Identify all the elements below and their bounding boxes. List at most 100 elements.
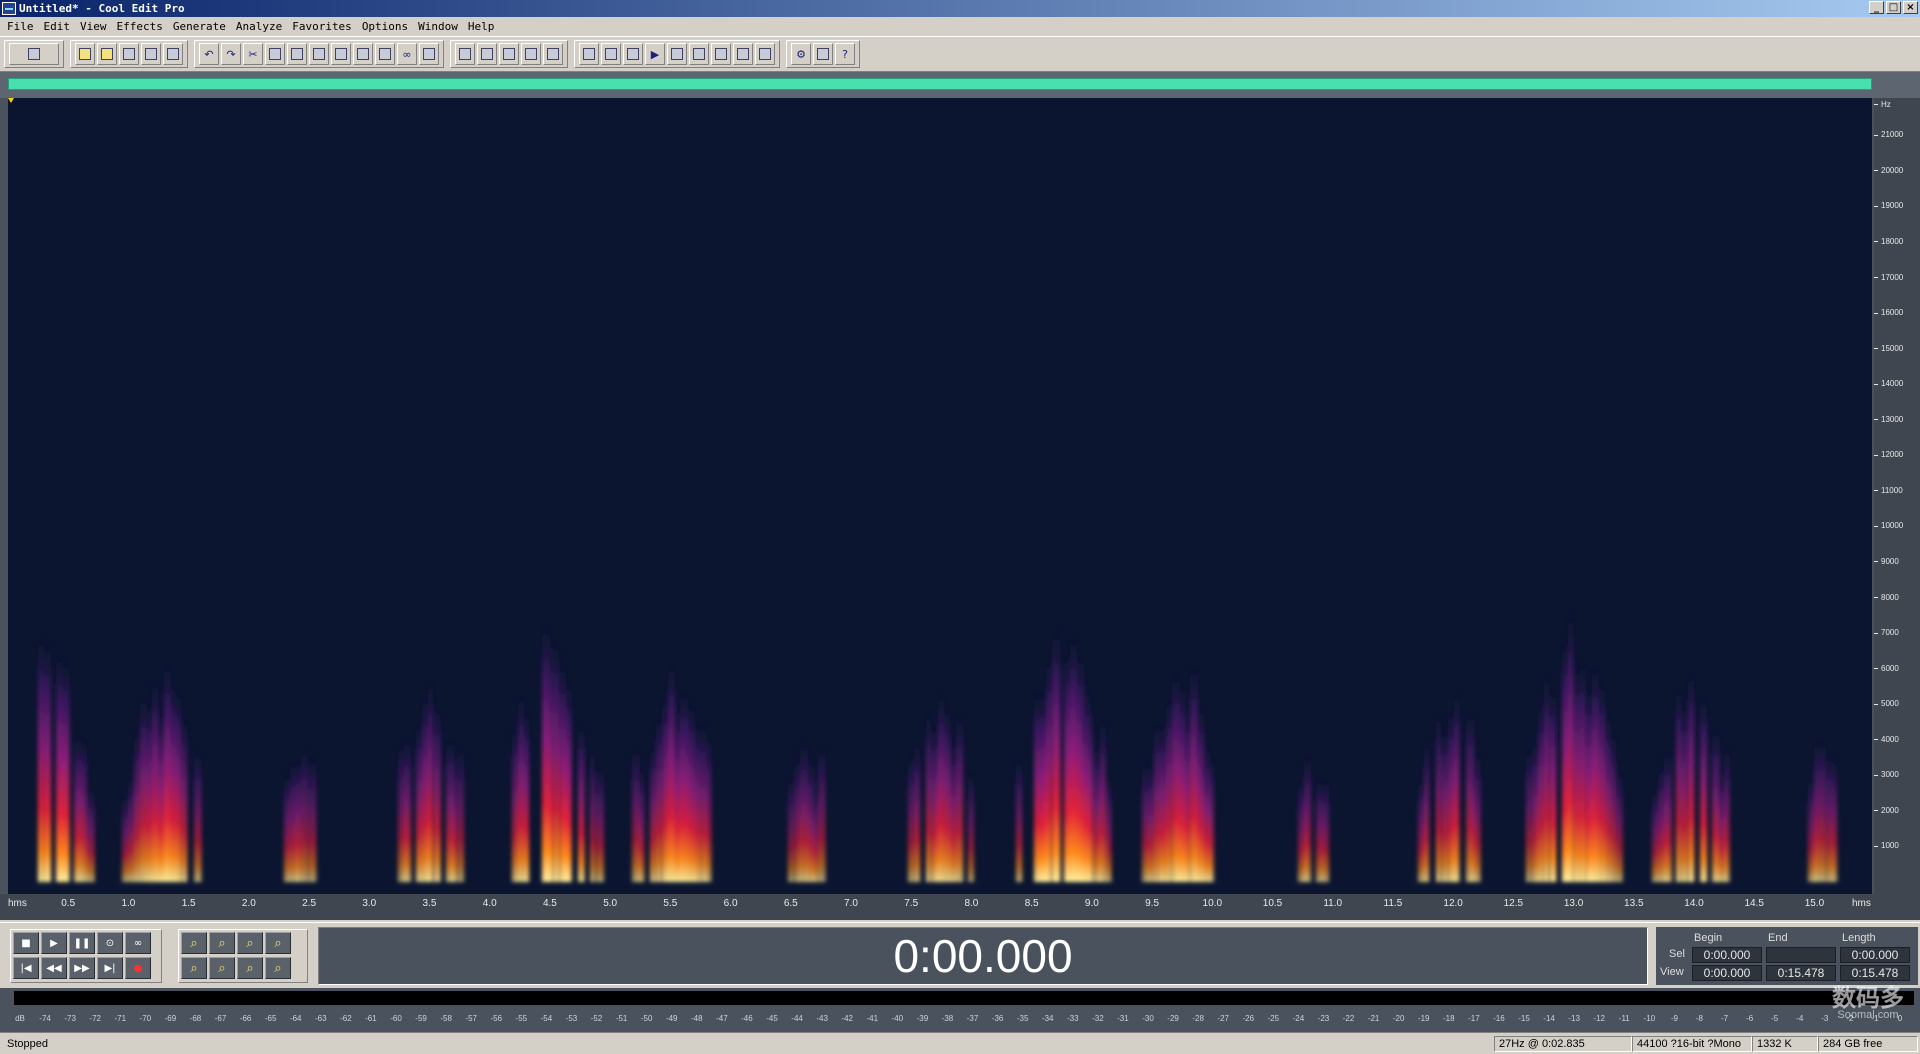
save-all-button[interactable]	[141, 43, 161, 65]
insert-button[interactable]	[375, 43, 395, 65]
spectral-energy-mark	[692, 722, 699, 882]
spectral-energy-mark	[704, 733, 712, 882]
spectral-energy-mark	[1700, 695, 1708, 882]
frequency-tick-label: 19000	[1874, 201, 1903, 210]
overview-bar[interactable]	[0, 72, 1920, 100]
insert-icon	[379, 48, 391, 60]
menu-edit[interactable]: Edit	[39, 20, 76, 33]
spectrogram[interactable]	[8, 98, 1872, 894]
frame1-button[interactable]	[579, 43, 599, 65]
frame3-button[interactable]	[623, 43, 643, 65]
zoom-full-icon: ⌕	[246, 935, 254, 951]
view-end-field[interactable]: 0:15.478	[1766, 965, 1836, 981]
meter-tick-label: -68	[189, 1014, 202, 1023]
meter-tick-label: -26	[1242, 1014, 1255, 1023]
go-begin-button[interactable]: |◀	[13, 957, 39, 979]
undo-button[interactable]: ↶	[199, 43, 219, 65]
menu-analyze[interactable]: Analyze	[231, 20, 287, 33]
watermark: 数码多 Soomal.com	[1832, 986, 1904, 1021]
settings-button[interactable]: ⚙	[791, 43, 811, 65]
time-tick-label: 2.5	[302, 898, 317, 909]
view-begin-field[interactable]: 0:00.000	[1692, 965, 1762, 981]
view-length-field[interactable]: 0:15.478	[1840, 965, 1910, 981]
pause-button[interactable]: ❚❚	[69, 932, 95, 954]
pause-icon: ❚❚	[73, 937, 91, 949]
menu-window[interactable]: Window	[413, 20, 463, 33]
panel-button[interactable]	[755, 43, 775, 65]
menu-file[interactable]: File	[2, 20, 39, 33]
fast-forward-button[interactable]: ▶▶	[69, 957, 95, 979]
mix-paste-button[interactable]	[309, 43, 329, 65]
menu-help[interactable]: Help	[463, 20, 500, 33]
mode-toggle-button[interactable]	[9, 43, 59, 65]
meter-button[interactable]	[711, 43, 731, 65]
zoom-left-button[interactable]: ⌕	[181, 957, 207, 979]
menu-view[interactable]: View	[75, 20, 112, 33]
menu-options[interactable]: Options	[357, 20, 413, 33]
zoom-in-button[interactable]: ⌕	[181, 932, 207, 954]
open-button[interactable]	[97, 43, 117, 65]
loop-play-button[interactable]: ∞	[125, 932, 151, 954]
sel-end-field[interactable]	[1766, 947, 1836, 963]
spectral-energy-mark	[1814, 737, 1821, 882]
sel-begin-field[interactable]: 0:00.000	[1692, 947, 1762, 963]
spectral-energy-mark	[1472, 751, 1481, 882]
overview-visible-range[interactable]	[8, 78, 1872, 90]
save-button[interactable]	[119, 43, 139, 65]
loop-button[interactable]: ∞	[397, 43, 417, 65]
sel-length-field[interactable]: 0:00.000	[1840, 947, 1910, 963]
redo-button[interactable]: ↷	[221, 43, 241, 65]
paste-button[interactable]	[287, 43, 307, 65]
trim-button[interactable]	[331, 43, 351, 65]
zoom-left-icon: ⌕	[190, 960, 198, 976]
grid3-button[interactable]	[543, 43, 563, 65]
new-button[interactable]	[75, 43, 95, 65]
close-button[interactable]: ×	[1903, 1, 1918, 14]
zoom-sel-button[interactable]: ⌕	[237, 957, 263, 979]
grid2-button[interactable]	[521, 43, 541, 65]
watermark-site: Soomal.com	[1837, 1009, 1899, 1021]
counter-icon	[693, 48, 705, 60]
cut-button[interactable]: ✂	[243, 43, 263, 65]
spectral-view-button[interactable]	[477, 43, 497, 65]
close-file-button[interactable]	[163, 43, 183, 65]
zoom-out-button[interactable]: ⌕	[209, 932, 235, 954]
record-button[interactable]: ●	[125, 957, 151, 979]
new-icon	[79, 48, 91, 60]
menu-effects[interactable]: Effects	[112, 20, 168, 33]
about-button[interactable]	[813, 43, 833, 65]
menu-generate[interactable]: Generate	[168, 20, 231, 33]
delete-button[interactable]	[353, 43, 373, 65]
zoom-out-icon: ⌕	[218, 935, 226, 951]
play-view-button[interactable]: ▶	[645, 43, 665, 65]
zoom-full-button[interactable]: ⌕	[237, 932, 263, 954]
counter-button[interactable]	[689, 43, 709, 65]
waveform-view-button[interactable]	[455, 43, 475, 65]
meter-tick-label: -12	[1593, 1014, 1605, 1023]
help-button[interactable]: ?	[835, 43, 855, 65]
spectral-energy-mark	[1064, 652, 1071, 882]
spectral-view[interactable]: Hz 21000 20000 19000 18000 17000 16000 15000 14…	[0, 98, 1920, 920]
play-button[interactable]: ▶	[41, 932, 67, 954]
maximize-button[interactable]: □	[1886, 1, 1901, 14]
zoom-vertical-in-button[interactable]: ⌕	[265, 932, 291, 954]
play-icon: ▶	[50, 937, 58, 949]
play-to-end-button[interactable]: ⊙	[97, 932, 123, 954]
zoom-frame-button[interactable]	[667, 43, 687, 65]
go-end-button[interactable]: ▶|	[97, 957, 123, 979]
copy-button[interactable]	[265, 43, 285, 65]
transport-controls: ■ ▶ ❚❚ ⊙ ∞ |◀ ◀◀ ▶▶ ▶| ●	[10, 929, 162, 983]
zoom-right-button[interactable]: ⌕	[209, 957, 235, 979]
stop-button[interactable]: ■	[13, 932, 39, 954]
frame2-button[interactable]	[601, 43, 621, 65]
spectral-energy-mark	[122, 794, 129, 882]
rewind-button[interactable]: ◀◀	[41, 957, 67, 979]
menu-favorites[interactable]: Favorites	[287, 20, 357, 33]
minimize-button[interactable]: _	[1869, 1, 1884, 14]
cue-button[interactable]	[733, 43, 753, 65]
zoom-vertical-out-button[interactable]: ⌕	[265, 957, 291, 979]
cd-button[interactable]	[419, 43, 439, 65]
app-icon[interactable]	[2, 2, 16, 15]
close-file-icon	[167, 48, 179, 60]
grid-button[interactable]	[499, 43, 519, 65]
